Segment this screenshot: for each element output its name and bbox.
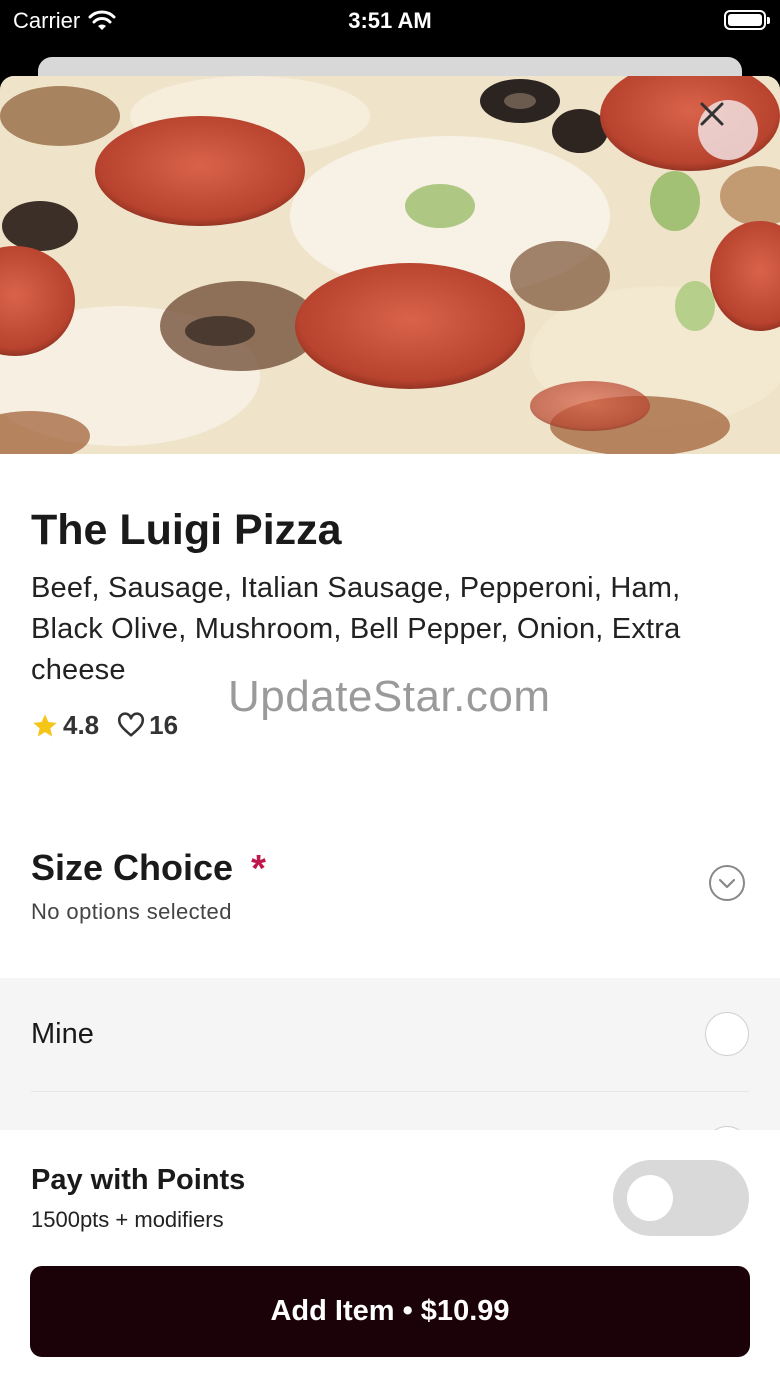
pay-with-points-subtitle: 1500pts + modifiers [31, 1207, 224, 1232]
size-options-list: Mine [0, 978, 780, 1170]
heart-icon[interactable] [117, 711, 145, 740]
add-item-button[interactable]: Add Item • $10.99 [30, 1266, 750, 1357]
checkout-panel: Pay with Points 1500pts + modifiers Add … [0, 1130, 780, 1387]
close-icon [700, 102, 724, 126]
watermark: UpdateStar.com [228, 672, 551, 721]
option-radio[interactable] [705, 1012, 749, 1056]
required-indicator: * [251, 848, 266, 890]
rating-value: 4.8 [63, 710, 100, 740]
product-image [0, 76, 780, 454]
pay-with-points-toggle[interactable] [613, 1160, 749, 1236]
option-label: Mine [31, 1018, 94, 1050]
likes-count: 16 [149, 710, 179, 740]
product-stats: 4.8 16 [31, 710, 178, 741]
product-sheet: The Luigi Pizza Beef, Sausage, Italian S… [0, 76, 780, 1387]
size-choice-title: Size Choice [31, 846, 234, 888]
size-choice-header[interactable]: Size Choice * [31, 844, 266, 891]
status-time: 3:51 AM [348, 8, 432, 33]
toggle-knob [627, 1175, 673, 1221]
close-button[interactable] [698, 100, 758, 160]
status-bar: Carrier 3:51 AM [0, 0, 780, 56]
size-choice-subtitle: No options selected [31, 899, 232, 924]
pizza-illustration [0, 76, 780, 454]
star-icon [33, 713, 57, 736]
size-option-mine[interactable]: Mine [31, 978, 749, 1092]
pay-with-points-title: Pay with Points [31, 1164, 246, 1196]
chevron-down-icon[interactable] [708, 864, 746, 902]
product-title: The Luigi Pizza [31, 506, 342, 554]
battery-icon [724, 10, 770, 30]
